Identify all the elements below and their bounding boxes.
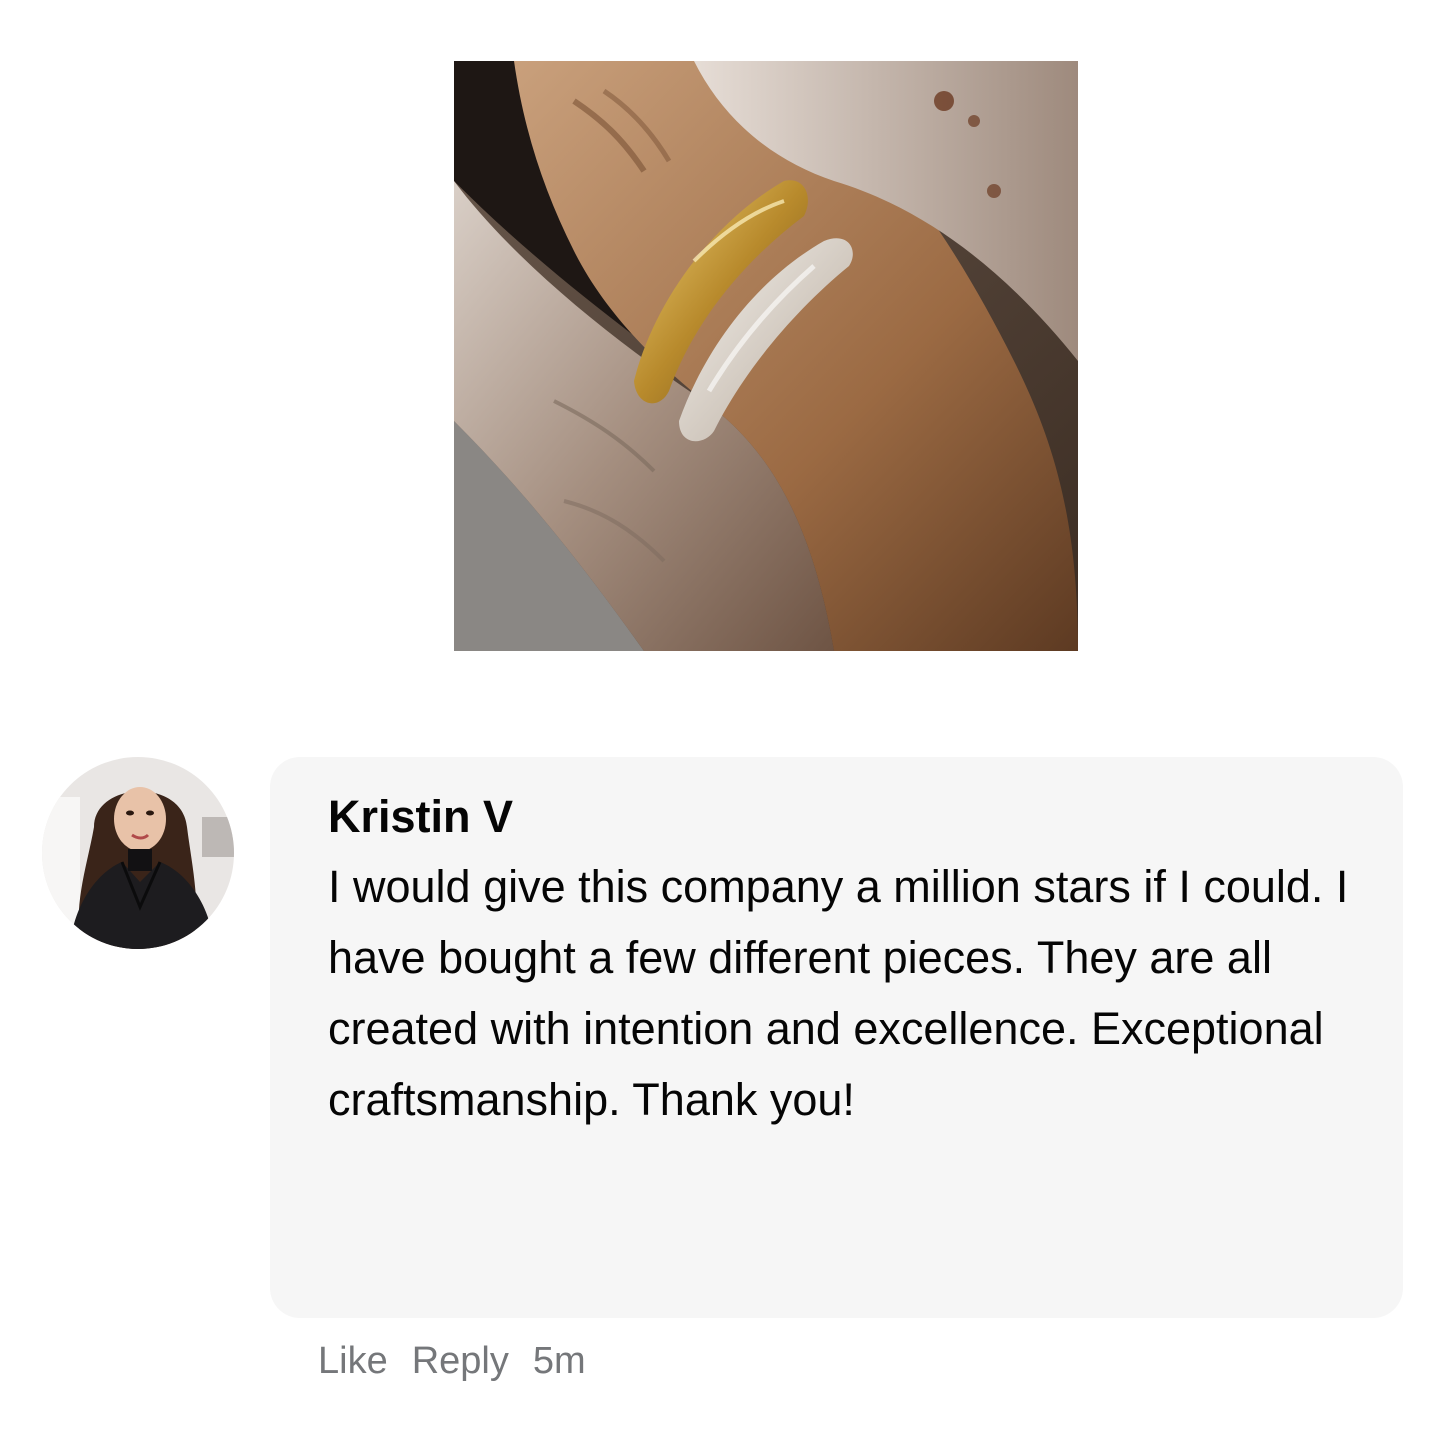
comment-author[interactable]: Kristin V bbox=[328, 787, 1363, 847]
post-photo[interactable] bbox=[454, 61, 1078, 651]
comment-card: Kristin V I would give this company a mi… bbox=[0, 0, 1445, 1445]
comment-timestamp: 5m bbox=[532, 1340, 586, 1382]
like-button[interactable]: Like bbox=[318, 1336, 388, 1386]
profile-photo bbox=[42, 757, 234, 949]
comment-bubble: Kristin V I would give this company a mi… bbox=[270, 757, 1403, 1318]
reply-button[interactable]: Reply bbox=[412, 1336, 509, 1386]
comment-actions: Like Reply 5m bbox=[318, 1336, 586, 1386]
comment-text: I would give this company a million star… bbox=[328, 861, 1349, 1125]
hand-with-rings-image bbox=[454, 61, 1078, 651]
avatar[interactable] bbox=[42, 757, 234, 949]
